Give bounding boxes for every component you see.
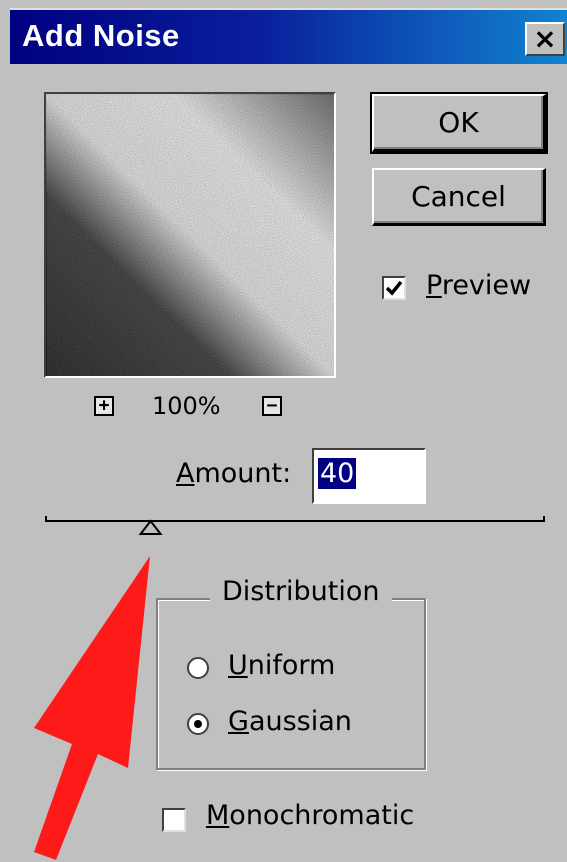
distribution-legend: Distribution	[210, 576, 392, 607]
title-bar[interactable]: Add Noise ×	[10, 8, 567, 64]
preview-image[interactable]	[44, 92, 336, 378]
zoom-level: 100%	[152, 392, 221, 420]
ok-button[interactable]: OK	[370, 92, 548, 154]
gaussian-label[interactable]: Gaussian	[228, 706, 352, 737]
add-noise-dialog: Add Noise × + 100% − OK Cancel Preview A…	[0, 0, 567, 862]
cancel-button[interactable]: Cancel	[372, 168, 546, 226]
zoom-out-button[interactable]: −	[262, 396, 282, 416]
slider-thumb-icon[interactable]	[138, 519, 163, 535]
uniform-radio[interactable]	[186, 656, 210, 680]
zoom-in-icon: +	[98, 395, 110, 416]
amount-input[interactable]: 40	[312, 448, 426, 504]
red-arrow-icon	[34, 556, 150, 860]
amount-label: Amount:	[176, 458, 292, 489]
monochromatic-label[interactable]: Monochromatic	[206, 800, 414, 831]
close-button[interactable]: ×	[525, 22, 565, 56]
zoom-in-button[interactable]: +	[94, 396, 114, 416]
uniform-label[interactable]: Uniform	[228, 650, 335, 681]
distribution-group	[156, 598, 426, 770]
gaussian-radio[interactable]	[186, 712, 210, 736]
noise-preview-graphic	[46, 94, 334, 376]
checkmark-icon	[385, 280, 403, 296]
amount-slider[interactable]	[44, 512, 546, 542]
dialog-title: Add Noise	[22, 18, 180, 53]
amount-value: 40	[318, 458, 357, 489]
preview-checkbox[interactable]	[382, 276, 406, 300]
close-icon: ×	[533, 22, 557, 55]
zoom-out-icon: −	[266, 395, 278, 416]
preview-label[interactable]: Preview	[426, 270, 531, 301]
